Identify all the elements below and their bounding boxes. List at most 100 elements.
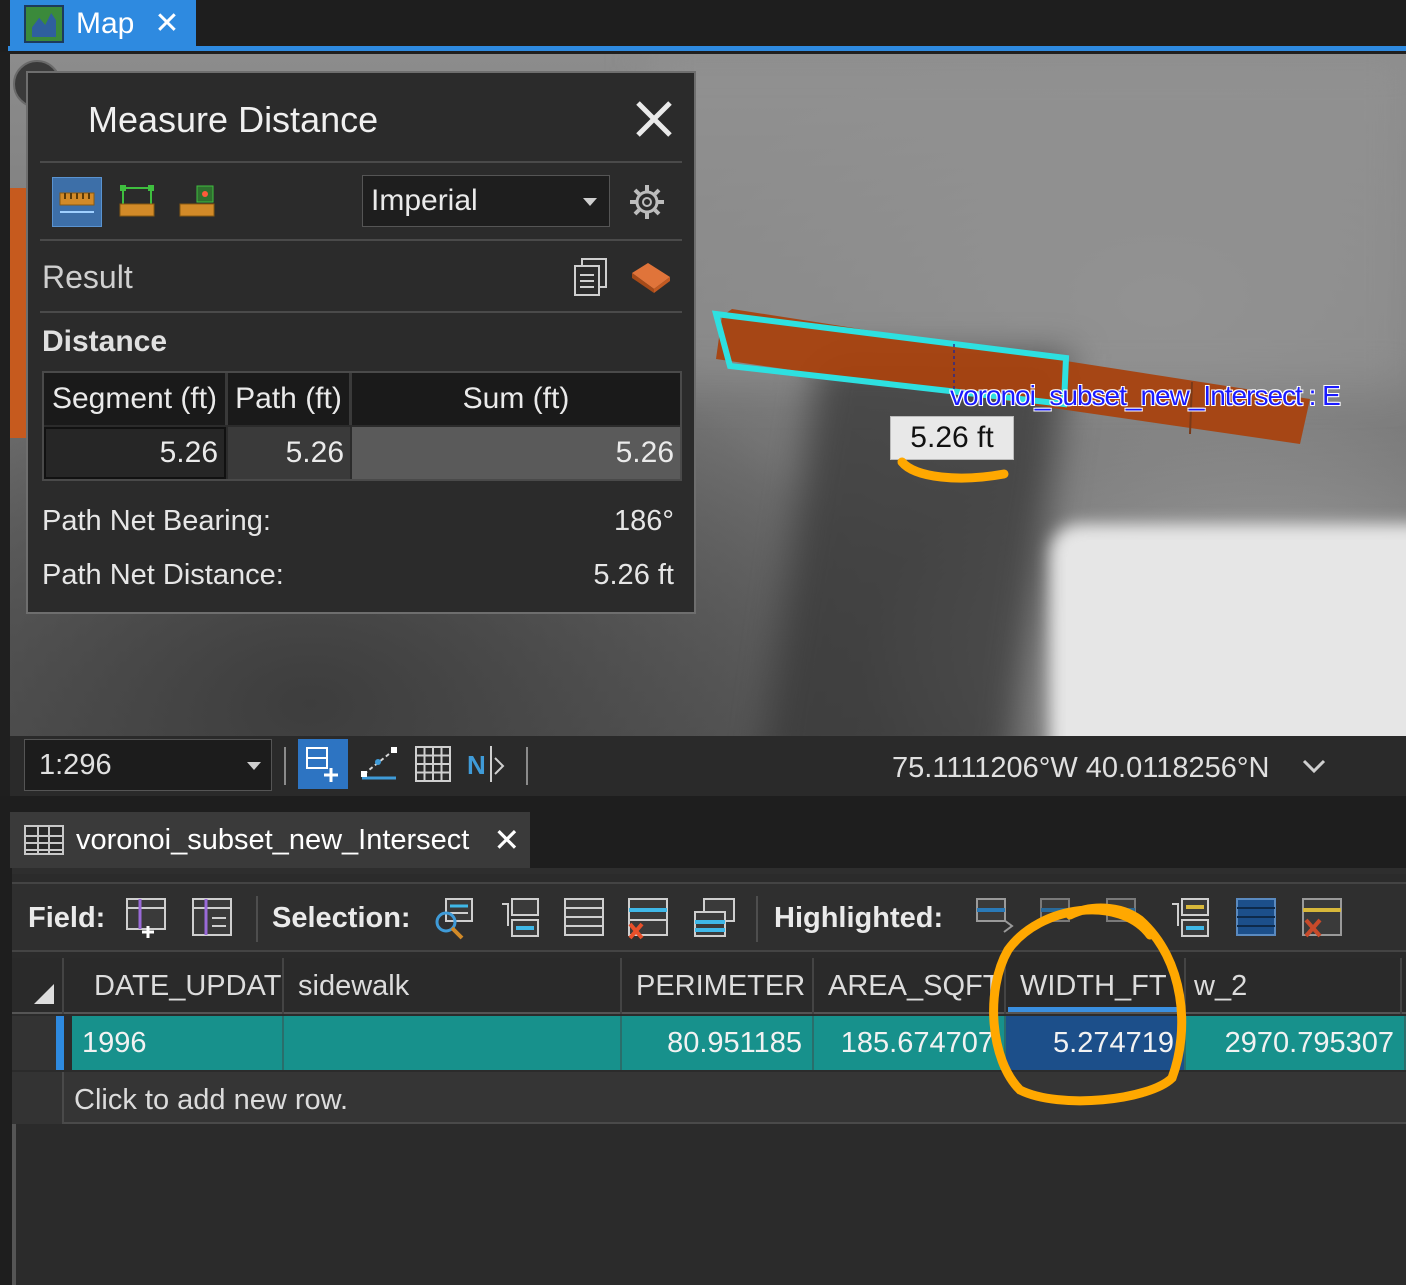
- map-tab-strip: Map ✕: [0, 0, 1406, 52]
- zoom-to-highlighted-icon[interactable]: [974, 896, 1018, 940]
- sum-value[interactable]: 5.26: [352, 427, 680, 479]
- switch-highlighted-icon[interactable]: [1168, 896, 1212, 940]
- attribute-toolbar: Field: Selection: Highlighted:: [12, 882, 1406, 952]
- add-new-row-label: Click to add new row.: [74, 1084, 349, 1116]
- chevron-down-icon[interactable]: [1300, 752, 1328, 780]
- corner-triangle-icon: [34, 984, 54, 1004]
- clear-selection-icon[interactable]: [626, 896, 670, 940]
- cell-date-updat[interactable]: 1996: [72, 1016, 284, 1070]
- snapping-button[interactable]: [298, 739, 348, 789]
- tab-map[interactable]: Map ✕: [10, 0, 196, 48]
- column-header-w-2[interactable]: w_2: [1186, 958, 1402, 1014]
- coordinate-readout: 75.1111206°W 40.0118256°N: [892, 752, 1270, 784]
- path-net-bearing-label: Path Net Bearing:: [42, 505, 271, 537]
- panel-title: Measure Distance: [88, 99, 379, 140]
- unit-select[interactable]: Imperial: [362, 175, 610, 227]
- attribute-table-area: voronoi_subset_new_Intersect ✕ Field: Se…: [0, 796, 1406, 1285]
- scale-value: 1:296: [39, 748, 112, 781]
- north-arrow-button[interactable]: N: [462, 739, 512, 789]
- cell-width-ft[interactable]: 5.274719: [1006, 1016, 1186, 1070]
- calculate-field-icon[interactable]: [190, 896, 234, 940]
- highlight-all-icon[interactable]: [1234, 896, 1278, 940]
- map-feature-label: voronoi_subset_new_Intersect : E: [950, 380, 1341, 411]
- measure-area-tool-button[interactable]: [112, 177, 162, 227]
- result-label: Result: [42, 259, 133, 295]
- table-header-row: DATE_UPDAT sidewalk PERIMETER AREA_SQFT …: [12, 958, 1406, 1014]
- north-arrow-icon: N: [467, 746, 505, 782]
- path-net-distance-row: Path Net Distance: 5.26 ft: [42, 559, 674, 592]
- cell-w-2[interactable]: 2970.795307: [1186, 1016, 1406, 1070]
- field-label: Field:: [28, 902, 106, 934]
- path-net-distance-label: Path Net Distance:: [42, 559, 284, 591]
- column-header-area-sqft[interactable]: AREA_SQFT: [814, 958, 1006, 1014]
- tab-accent-line: [8, 46, 1406, 51]
- cell-area-sqft[interactable]: 185.674707: [814, 1016, 1006, 1070]
- snapping-icon: [306, 747, 338, 782]
- column-header-sum[interactable]: Sum (ft): [352, 373, 680, 425]
- grid-left-border: [12, 1124, 16, 1285]
- select-all-corner[interactable]: [12, 958, 64, 1014]
- table-icon: [24, 825, 64, 855]
- chevron-down-icon: [247, 762, 261, 770]
- attribute-table-panel: Field: Selection: Highlighted: DATE_UPDA…: [12, 868, 1406, 1285]
- pan-to-highlighted-icon[interactable]: [1038, 896, 1082, 940]
- attribute-tab-label: voronoi_subset_new_Intersect: [76, 823, 470, 856]
- tab-attribute-table[interactable]: voronoi_subset_new_Intersect ✕: [10, 812, 530, 868]
- grid-button[interactable]: [408, 739, 458, 789]
- ruler-feature-icon: [179, 185, 215, 217]
- divider: [40, 161, 682, 163]
- column-header-width-ft[interactable]: WIDTH_FT: [1006, 958, 1186, 1014]
- add-new-row[interactable]: Click to add new row.: [12, 1072, 1406, 1124]
- clear-highlighted-icon[interactable]: [1300, 896, 1344, 940]
- unit-select-value: Imperial: [371, 184, 478, 217]
- copy-selection-icon[interactable]: [692, 896, 736, 940]
- attribute-tab-close-button[interactable]: ✕: [493, 824, 520, 856]
- column-header-segment[interactable]: Segment (ft): [44, 373, 228, 425]
- scale-select[interactable]: 1:296: [24, 739, 272, 791]
- measure-feature-tool-button[interactable]: [172, 177, 222, 227]
- grid-icon: [415, 746, 451, 782]
- divider: [256, 896, 258, 942]
- tab-map-close-button[interactable]: ✕: [154, 9, 179, 39]
- add-field-icon[interactable]: [124, 896, 168, 940]
- ruler-line-icon: [59, 192, 95, 213]
- table-row[interactable]: 1996 80.951185 185.674707 5.274719 2970.…: [12, 1016, 1406, 1070]
- cell-perimeter[interactable]: 80.951185: [622, 1016, 814, 1070]
- path-net-bearing-value: 186°: [614, 505, 674, 537]
- copy-icon[interactable]: [572, 257, 610, 297]
- column-header-sidewalk[interactable]: sidewalk: [284, 958, 622, 1014]
- gear-icon[interactable]: [628, 183, 666, 221]
- map-icon: [24, 5, 64, 43]
- divider: [40, 311, 682, 313]
- highlighted-label: Highlighted:: [774, 902, 944, 934]
- measure-result-label: 5.26 ft: [890, 416, 1014, 460]
- distance-table: Segment (ft) Path (ft) Sum (ft) 5.26 5.2…: [42, 371, 682, 481]
- path-net-bearing-row: Path Net Bearing: 186°: [42, 505, 674, 538]
- column-header-perimeter[interactable]: PERIMETER: [622, 958, 814, 1014]
- select-all-icon[interactable]: [562, 896, 606, 940]
- topology-button[interactable]: [354, 739, 404, 789]
- path-value[interactable]: 5.26: [228, 427, 350, 479]
- divider: [284, 747, 286, 785]
- path-net-distance-value: 5.26 ft: [593, 559, 674, 591]
- eraser-icon[interactable]: [628, 259, 674, 295]
- cell-sidewalk[interactable]: [284, 1016, 622, 1070]
- unselect-highlighted-icon[interactable]: [1104, 896, 1148, 940]
- selection-label: Selection:: [272, 902, 411, 934]
- switch-selection-icon[interactable]: [498, 896, 542, 940]
- close-icon[interactable]: [632, 97, 676, 141]
- column-header-path[interactable]: Path (ft): [228, 373, 352, 425]
- map-status-bar: 1:296 N 75.1111206°W 40.0118256°N: [10, 736, 1406, 796]
- distance-label: Distance: [42, 325, 168, 358]
- measure-distance-panel: Measure Distance Imperial Result Distanc…: [26, 71, 696, 614]
- divider: [756, 896, 758, 942]
- column-header-date-updat[interactable]: DATE_UPDAT: [64, 958, 284, 1014]
- row-selector: [12, 1072, 64, 1124]
- select-by-attributes-icon[interactable]: [432, 896, 476, 940]
- chevron-down-icon: [583, 198, 597, 206]
- segment-value[interactable]: 5.26: [44, 427, 226, 479]
- topology-icon: [361, 747, 397, 780]
- divider: [40, 239, 682, 241]
- measure-line-tool-button[interactable]: [52, 177, 102, 227]
- row-selector[interactable]: [12, 1016, 64, 1070]
